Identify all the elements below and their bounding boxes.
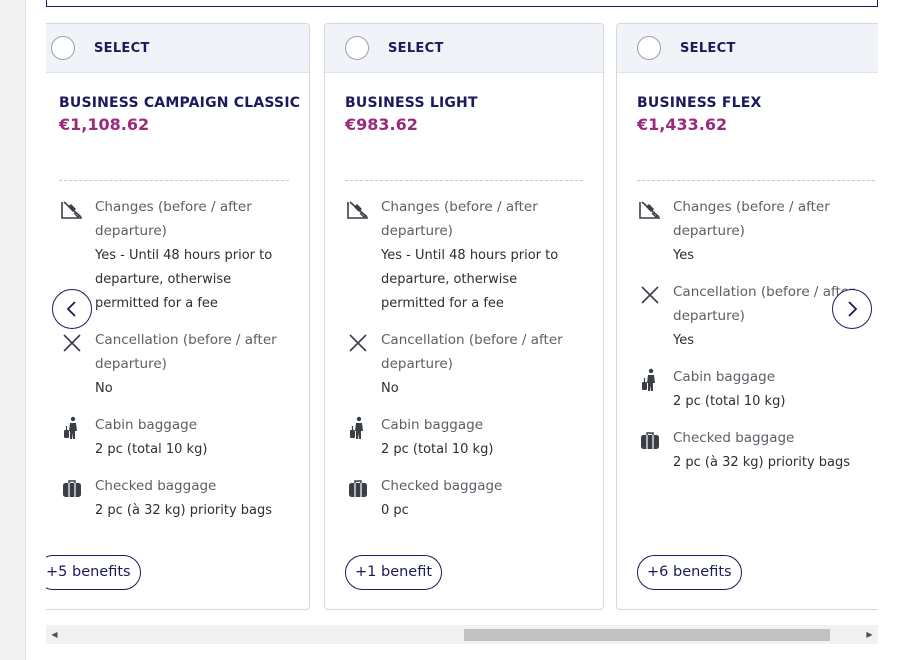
fare-card-header[interactable]: SELECT [617,24,878,73]
feature-value: 2 pc (total 10 kg) [381,442,494,457]
fare-name: BUSINESS FLEX [637,95,762,111]
fare-price: €1,433.62 [637,115,728,134]
select-label: SELECT [388,40,444,56]
select-label: SELECT [680,40,736,56]
feature-value: Yes - Until 48 hours prior to departure,… [95,248,273,311]
feature-value: 2 pc (à 32 kg) priority bags [673,455,851,470]
feature-label: Changes (before / after departure) [673,199,830,239]
fare-card-header[interactable]: SELECT [325,24,603,73]
feature-value: Yes - Until 48 hours prior to departure,… [381,248,559,311]
benefits-button[interactable]: +5 benefits [46,555,141,590]
feature-label: Cancellation (before / after departure) [95,332,277,372]
fare-price: €983.62 [345,115,418,134]
fare-radio-button[interactable] [345,36,369,60]
feature-label: Changes (before / after departure) [95,199,252,239]
chevron-left-icon [66,301,76,317]
cabin-baggage-icon [637,365,673,414]
checked-baggage-icon [59,474,95,523]
fare-name: BUSINESS LIGHT [345,95,478,111]
feature-cabin-baggage: Cabin baggage 2 pc (total 10 kg) [345,413,583,462]
feature-label: Checked baggage [673,430,795,446]
cancel-x-icon [637,280,673,353]
feature-label: Cabin baggage [95,417,197,433]
feature-value: Yes [673,333,694,348]
feature-value: Yes [673,248,694,263]
feature-checked-baggage: Checked baggage 0 pc [345,474,583,523]
benefits-button[interactable]: +6 benefits [637,555,742,590]
scroll-right-arrow-icon[interactable]: ▶ [861,625,878,644]
feature-label: Cabin baggage [673,369,775,385]
carousel-next-button[interactable] [832,289,872,329]
carousel-prev-button[interactable] [52,289,92,329]
checked-baggage-icon [345,474,381,523]
feature-changes: Changes (before / after departure) Yes -… [59,195,289,316]
scroll-left-arrow-icon[interactable]: ◀ [46,625,63,644]
fare-name: BUSINESS CAMPAIGN CLASSIC [59,95,301,111]
feature-value: 2 pc (total 10 kg) [95,442,208,457]
feature-value: No [95,381,113,396]
feature-checked-baggage: Checked baggage 2 pc (à 32 kg) priority … [637,426,878,475]
feature-cancellation: Cancellation (before / after departure) … [345,328,583,401]
top-container-frame [46,0,878,7]
divider [59,180,289,181]
feature-cabin-baggage: Cabin baggage 2 pc (total 10 kg) [59,413,289,462]
fare-card-header[interactable]: SELECT [46,24,309,73]
benefits-button[interactable]: +1 benefit [345,555,443,590]
cancel-x-icon [59,328,95,401]
fare-price: €1,108.62 [59,115,150,134]
fare-radio-button[interactable] [51,36,75,60]
feature-changes: Changes (before / after departure) Yes -… [345,195,583,316]
divider [637,180,875,181]
fare-radio-button[interactable] [637,36,661,60]
feature-label: Cabin baggage [381,417,483,433]
divider [345,180,583,181]
fare-carousel: SELECT BUSINESS CAMPAIGN CLASSIC €1,108.… [46,23,878,611]
changes-icon [637,195,673,268]
fare-card-business-light: SELECT BUSINESS LIGHT €983.62 Changes (b… [324,23,604,610]
cabin-baggage-icon [59,413,95,462]
feature-cancellation: Cancellation (before / after departure) … [59,328,289,401]
feature-changes: Changes (before / after departure) Yes [637,195,877,268]
feature-label: Cancellation (before / after departure) [381,332,563,372]
changes-icon [345,195,381,316]
feature-value: 0 pc [381,503,409,518]
cancel-x-icon [345,328,381,401]
horizontal-scrollbar[interactable]: ◀ ▶ [46,625,878,644]
chevron-right-icon [848,301,858,317]
select-label: SELECT [94,40,150,56]
feature-value: No [381,381,399,396]
feature-label: Checked baggage [95,478,217,494]
checked-baggage-icon [637,426,673,475]
feature-label: Changes (before / after departure) [381,199,538,239]
scrollbar-thumb[interactable] [464,629,830,641]
feature-value: 2 pc (à 32 kg) priority bags [95,503,273,518]
feature-value: 2 pc (total 10 kg) [673,394,786,409]
cabin-baggage-icon [345,413,381,462]
feature-label: Checked baggage [381,478,503,494]
feature-cabin-baggage: Cabin baggage 2 pc (total 10 kg) [637,365,878,414]
feature-checked-baggage: Checked baggage 2 pc (à 32 kg) priority … [59,474,289,523]
